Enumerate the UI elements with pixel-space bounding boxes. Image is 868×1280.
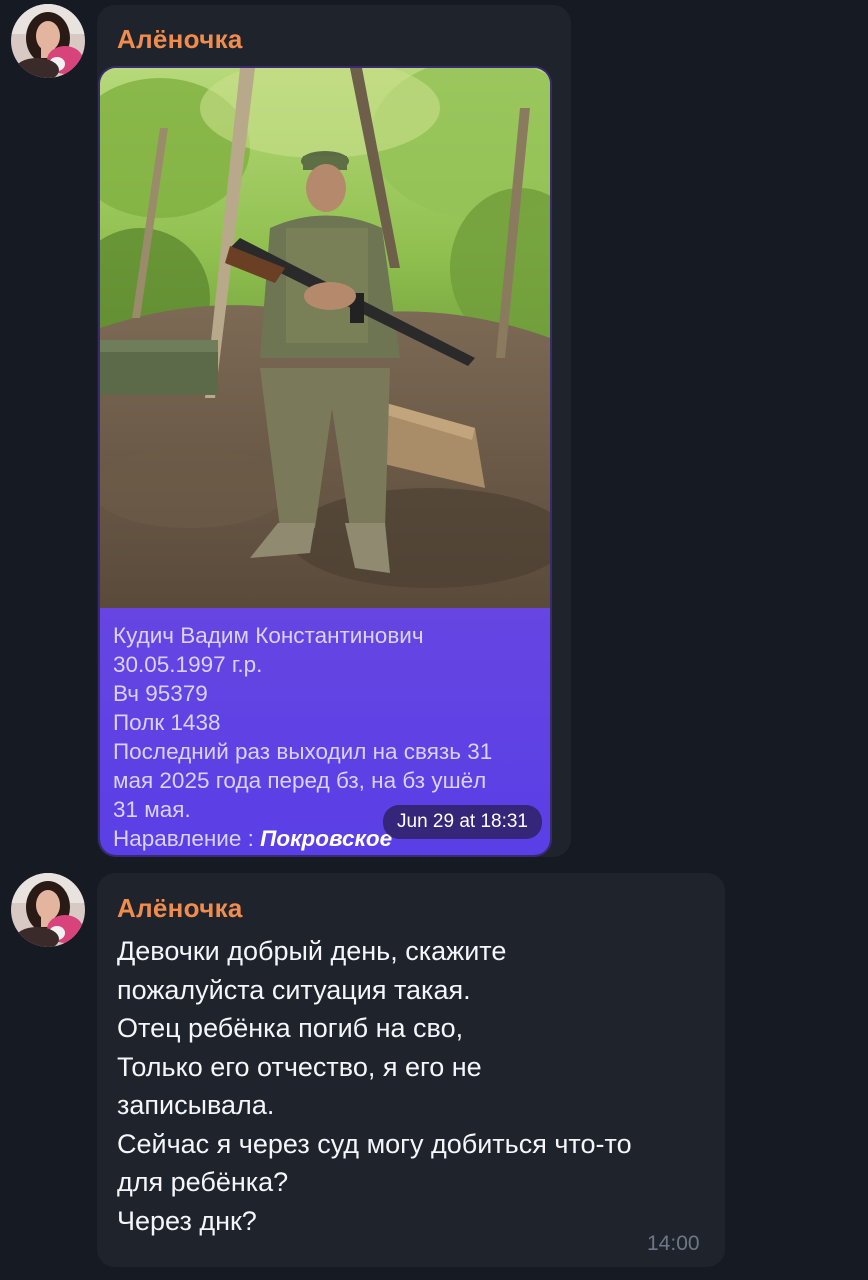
caption-direction-value: Покровское xyxy=(260,826,393,851)
message-line: Только его отчество, я его не xyxy=(117,1051,482,1082)
caption-line: Последний раз выходил на связь 31 xyxy=(113,739,493,764)
photo-image[interactable] xyxy=(100,68,550,608)
message-line: пожалуйста ситуация такая. xyxy=(117,974,471,1005)
message-line: записывала. xyxy=(117,1090,275,1120)
sender-name[interactable]: Алёночка xyxy=(117,893,243,924)
message-line: Сейчас я через суд могу добиться что-то xyxy=(117,1128,632,1159)
caption-line: 30.05.1997 г.р. xyxy=(113,652,263,677)
message-body: Девочки добрый день, скажите пожалуйста … xyxy=(117,932,632,1240)
message-timestamp: Jun 29 at 18:31 xyxy=(383,805,542,839)
sender-avatar[interactable] xyxy=(11,873,85,947)
caption-direction-label: Наравление : xyxy=(113,826,261,851)
caption-line: Вч 95379 xyxy=(113,681,208,706)
sender-avatar[interactable] xyxy=(11,4,85,78)
message-line: Отец ребёнка погиб на сво, xyxy=(117,1013,464,1043)
message-line: Девочки добрый день, скажите xyxy=(117,936,507,966)
chat-view: Алёночка Кудич Вадим Константинович 30.0… xyxy=(0,0,868,1280)
caption-line: мая 2025 года перед бз, на бз ушёл xyxy=(113,768,487,793)
caption-line: Кудич Вадим Константинович xyxy=(113,623,424,648)
photo-card[interactable]: Кудич Вадим Константинович 30.05.1997 г.… xyxy=(100,68,550,855)
message-line: для ребёнка? xyxy=(117,1167,289,1197)
message-timestamp: 14:00 xyxy=(647,1232,700,1255)
message-line: Через днк? xyxy=(117,1205,257,1236)
caption-line: Полк 1438 xyxy=(113,710,221,735)
sender-name[interactable]: Алёночка xyxy=(117,24,243,55)
